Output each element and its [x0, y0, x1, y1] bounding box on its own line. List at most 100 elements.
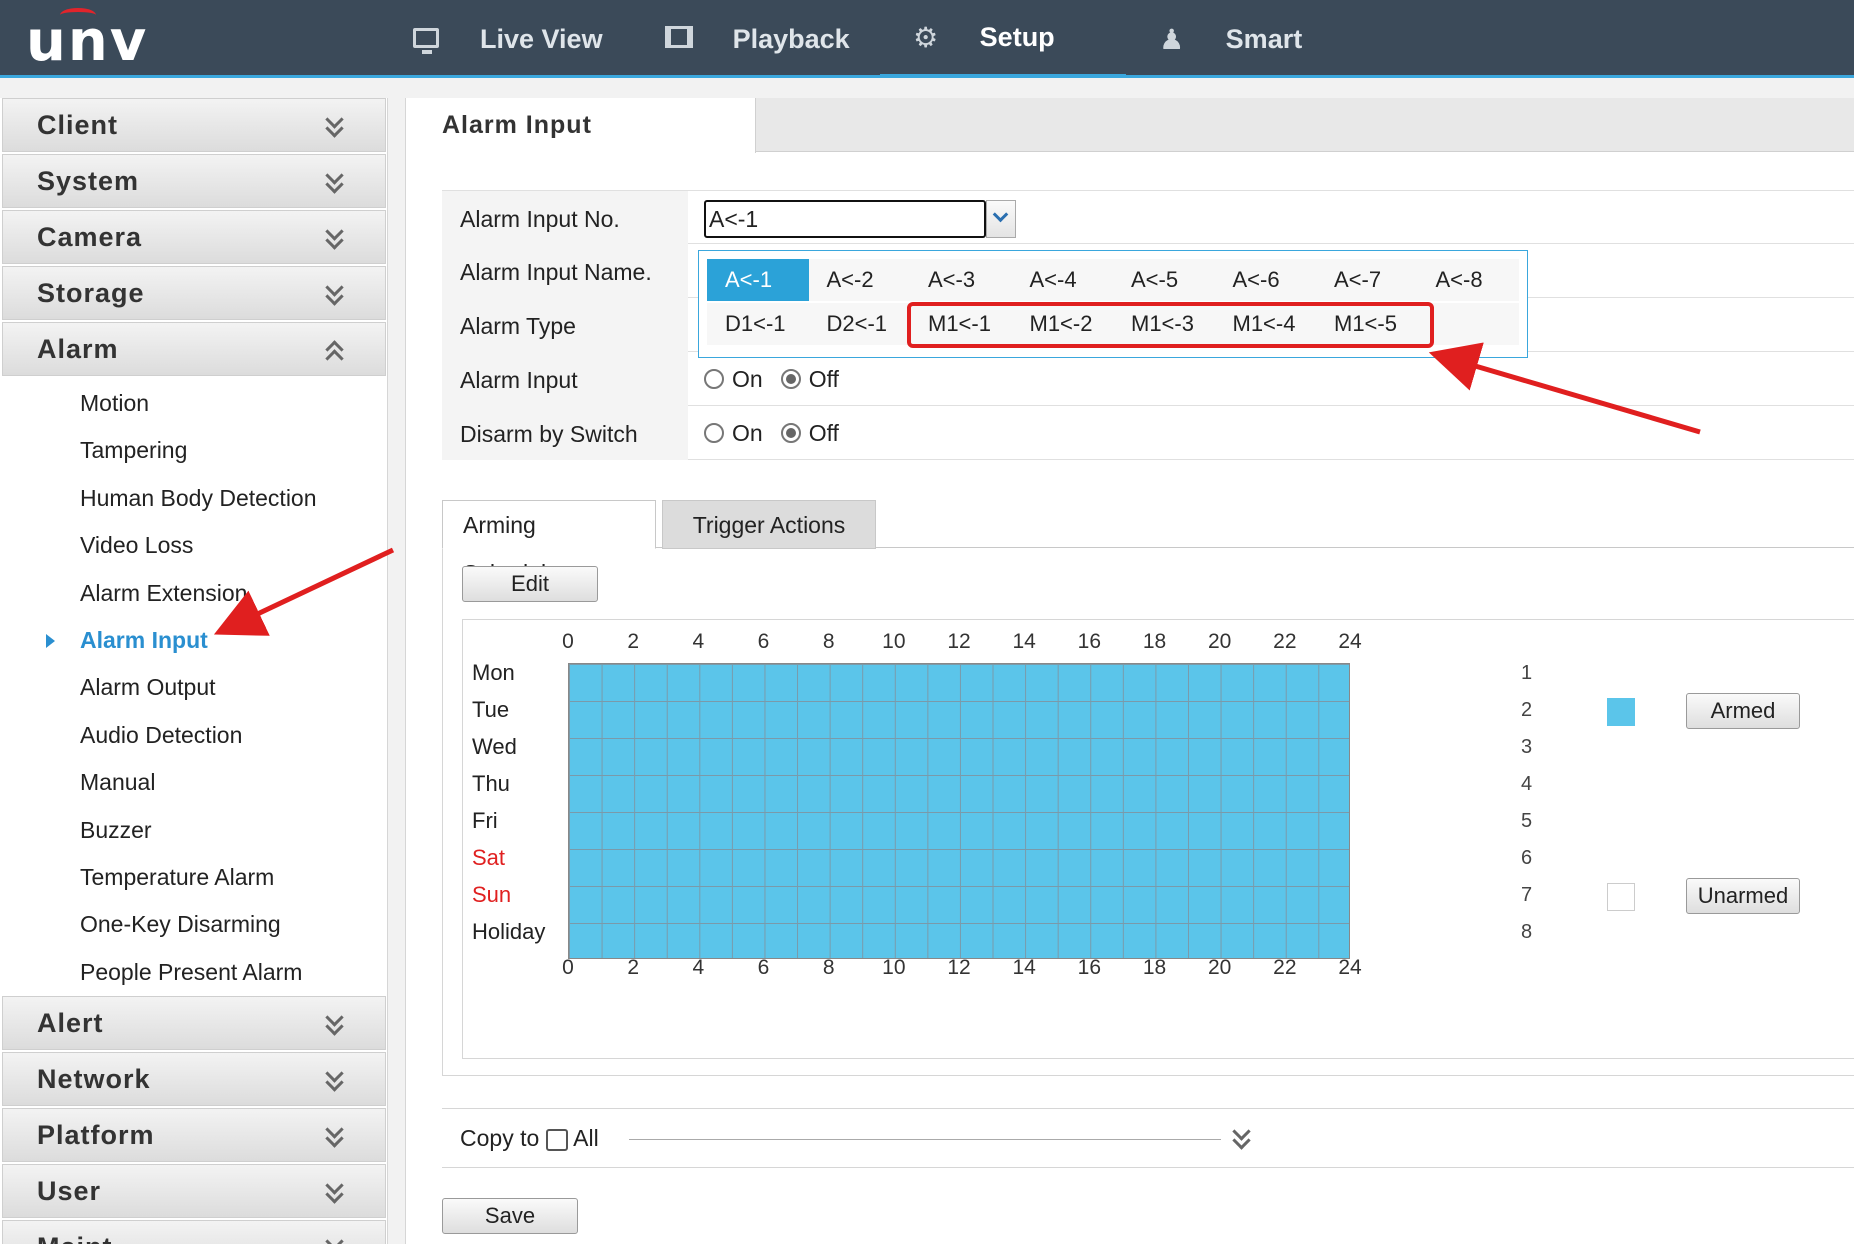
sidebar-item-alarm-output[interactable]: Alarm Output: [0, 664, 387, 711]
alarm-input-no-select[interactable]: A<-1: [704, 200, 986, 238]
hour-tick-label: 24: [1338, 630, 1362, 653]
chevron-down-icon: [325, 1011, 345, 1035]
dropdown-option[interactable]: A<-1: [707, 259, 809, 301]
sidebar-item-temperature-alarm[interactable]: Temperature Alarm: [0, 854, 387, 901]
sidebar-item-alarm-extension[interactable]: Alarm Extension: [0, 570, 387, 617]
armed-button[interactable]: Armed: [1686, 693, 1800, 729]
sidebar-group-label: Network: [37, 1063, 151, 1094]
sidebar-item-manual[interactable]: Manual: [0, 759, 387, 806]
nav-playback-label: Playback: [732, 23, 850, 54]
all-label: All: [573, 1125, 599, 1151]
sidebar-group-client[interactable]: Client: [2, 98, 386, 152]
chevron-up-icon: [325, 337, 345, 361]
dropdown-option[interactable]: A<-8: [1417, 259, 1519, 301]
copy-target-select[interactable]: [629, 1139, 1221, 1140]
hour-tick-label: 22: [1273, 630, 1297, 653]
copy-to-row: Copy to All: [442, 1108, 1854, 1168]
sidebar-group-platform[interactable]: Platform: [2, 1108, 386, 1163]
hour-tick-label: 12: [947, 956, 971, 979]
alarm-input-label: Alarm Input: [442, 352, 688, 406]
hour-tick-label: 10: [882, 630, 906, 653]
sidebar-group-storage[interactable]: Storage: [2, 266, 386, 320]
schedule-tabs: Arming Schedule Trigger Actions: [442, 500, 1854, 586]
hour-tick-label: 16: [1077, 630, 1101, 653]
hour-tick-label: 6: [757, 630, 770, 653]
sidebar-item-human-body-detection[interactable]: Human Body Detection: [0, 475, 387, 522]
row-alarm-input-no: Alarm Input No. A<-1: [442, 190, 1854, 245]
day-label: Sun: [472, 882, 512, 907]
main-nav: Live View Playback ⚙ Setup ♟ Smart: [380, 0, 1332, 78]
sidebar-item-audio-detection[interactable]: Audio Detection: [0, 712, 387, 759]
sidebar-group-alarm[interactable]: Alarm: [2, 322, 386, 376]
alarm-input-off[interactable]: Off: [780, 366, 839, 393]
nav-smart[interactable]: ♟ Smart: [1126, 0, 1333, 78]
copy-all-checkbox[interactable]: All: [546, 1125, 599, 1152]
chevron-down-icon: [325, 113, 345, 137]
hour-tick-label: 18: [1142, 630, 1167, 653]
nav-live-view-label: Live View: [480, 23, 603, 54]
day-label: Wed: [472, 734, 517, 759]
hour-tick-label: 8: [822, 956, 835, 979]
nav-live-view[interactable]: Live View: [380, 0, 633, 78]
unarmed-button[interactable]: Unarmed: [1686, 878, 1800, 914]
hour-tick-label: 14: [1012, 630, 1036, 653]
hour-tick-label: 24: [1338, 956, 1362, 979]
chevron-down-icon: [325, 281, 345, 305]
dropdown-option[interactable]: A<-3: [910, 259, 1012, 301]
row-number: 5: [1521, 810, 1533, 832]
row-number: 2: [1521, 699, 1533, 721]
hour-tick-label: 20: [1207, 630, 1232, 653]
chevron-down-icon[interactable]: [1232, 1125, 1252, 1149]
sidebar-group-label: System: [37, 165, 140, 196]
disarm-on[interactable]: On: [704, 420, 763, 447]
sidebar-group-user[interactable]: User: [2, 1164, 386, 1219]
sidebar-group-label: Camera: [37, 221, 143, 252]
hour-tick-label: 20: [1207, 956, 1232, 979]
dropdown-row-1: A<-1 A<-2 A<-3 A<-4 A<-5 A<-6 A<-7 A<-8: [707, 259, 1519, 303]
tab-trigger-actions[interactable]: Trigger Actions: [662, 500, 876, 549]
edit-button[interactable]: Edit: [462, 566, 598, 602]
alarm-submenu: Motion Tampering Human Body Detection Vi…: [0, 378, 387, 996]
sidebar-group-camera[interactable]: Camera: [2, 210, 386, 264]
arming-schedule-panel: Edit 0 2 4 6 8 10 12 14 16 18 20 22 24 0 2 4 6 8 10 12 14 16…: [442, 549, 1854, 1076]
highlight-box: [907, 302, 1434, 348]
disarm-radio-group: On Off: [704, 406, 857, 460]
sidebar-item-alarm-input[interactable]: Alarm Input: [0, 617, 387, 664]
nav-setup[interactable]: ⚙ Setup: [879, 0, 1126, 78]
dropdown-option[interactable]: A<-4: [1011, 259, 1113, 301]
dropdown-option[interactable]: A<-2: [808, 259, 910, 301]
sidebar-item-buzzer[interactable]: Buzzer: [0, 807, 387, 854]
nav-setup-label: Setup: [979, 21, 1055, 52]
hour-tick-label: 2: [627, 630, 639, 653]
schedule-grid-container: 0 2 4 6 8 10 12 14 16 18 20 22 24 0 2 4 6 8 10 12 14 16 18 20 2…: [462, 619, 1854, 1059]
radio-selected-icon: [780, 423, 801, 443]
chevron-down-icon[interactable]: [986, 200, 1016, 238]
sidebar-group-alert[interactable]: Alert: [2, 996, 386, 1051]
save-button[interactable]: Save: [442, 1198, 578, 1234]
alarm-input-on[interactable]: On: [704, 366, 763, 393]
tab-arming-schedule[interactable]: Arming Schedule: [442, 500, 656, 586]
sidebar-group-label: Alarm: [37, 333, 119, 364]
sidebar-item-motion[interactable]: Motion: [0, 380, 387, 427]
row-number: 6: [1521, 847, 1533, 869]
dropdown-option[interactable]: D2<-1: [808, 303, 910, 345]
sidebar-group-system[interactable]: System: [2, 154, 386, 208]
schedule-grid[interactable]: [568, 663, 1350, 959]
sidebar-item-people-present-alarm[interactable]: People Present Alarm: [0, 949, 387, 996]
dropdown-option[interactable]: A<-6: [1214, 259, 1316, 301]
monitor-icon: [410, 23, 442, 55]
dropdown-option[interactable]: D1<-1: [707, 303, 809, 345]
sidebar-group-maintenance[interactable]: Maint...: [2, 1220, 386, 1244]
sidebar-item-one-key-disarming[interactable]: One-Key Disarming: [0, 901, 387, 948]
sidebar-item-video-loss[interactable]: Video Loss: [0, 522, 387, 569]
unv-logo: unv: [26, 8, 148, 74]
dropdown-option[interactable]: A<-7: [1316, 259, 1418, 301]
disarm-off[interactable]: Off: [780, 420, 839, 447]
dropdown-option[interactable]: A<-5: [1113, 259, 1215, 301]
nav-playback[interactable]: Playback: [633, 0, 880, 78]
sidebar-item-tampering[interactable]: Tampering: [0, 427, 387, 474]
sidebar-group-label: Maint...: [37, 1232, 138, 1244]
sidebar-group-network[interactable]: Network: [2, 1052, 386, 1107]
hour-tick-label: 2: [627, 956, 639, 979]
chevron-down-icon: [325, 1067, 345, 1091]
